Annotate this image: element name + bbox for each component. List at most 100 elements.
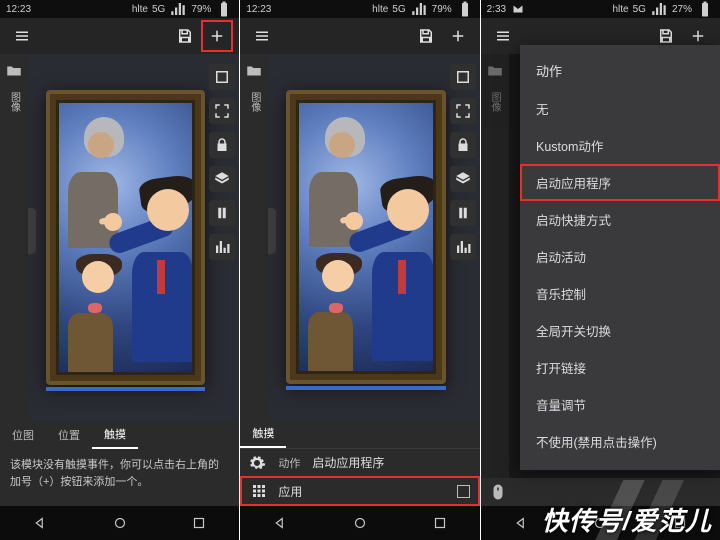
layers-icon [454,170,472,188]
folder-tool[interactable] [243,60,265,82]
action-label: 动作 [278,455,300,471]
home-circle-icon [111,514,129,532]
menu-item-none[interactable]: 无 [520,90,720,127]
status-net: 5G [633,4,646,15]
select-tool[interactable] [450,64,476,90]
menu-item-volume[interactable]: 音量调节 [520,386,720,423]
canvas-area[interactable] [268,54,479,420]
gear-icon [248,454,266,472]
tab-touch[interactable]: 触摸 [240,420,286,448]
menu-item-activity[interactable]: 启动活动 [520,238,720,275]
side-handle[interactable] [28,208,36,254]
layers-tool[interactable] [209,166,235,192]
nav-recent[interactable] [181,514,217,532]
image-label[interactable]: 图像 [243,92,265,112]
menu-item-global[interactable]: 全局开关切换 [520,312,720,349]
tab-position[interactable]: 位置 [46,421,92,449]
baseline-bar [286,386,445,390]
status-sig: hlte [132,4,148,15]
status-sig: hlte [372,4,388,15]
select-tool[interactable] [209,64,235,90]
expand-tool[interactable] [209,98,235,124]
menu-item-launch-app[interactable]: 启动应用程序 [520,164,720,201]
nav-bar [240,506,479,540]
picture-frame[interactable] [286,90,445,384]
tab-touch[interactable]: 触摸 [92,421,138,449]
top-bar [240,18,479,54]
left-tools: 图像 [0,54,28,421]
lock-tool[interactable] [450,132,476,158]
app-row-label: 应用 [278,483,302,500]
menu-icon [253,27,271,45]
save-button[interactable] [410,20,442,52]
picture-frame[interactable] [46,90,205,385]
expand-icon [454,102,472,120]
right-tools [450,64,476,260]
plus-icon [689,27,707,45]
menu-item-disable[interactable]: 不使用(禁用点击操作) [520,423,720,460]
nav-back[interactable] [503,514,539,532]
app-row-checkbox[interactable] [457,485,470,498]
save-icon [417,27,435,45]
menu-icon [494,27,512,45]
pause-tool[interactable] [209,200,235,226]
status-battery: 79% [191,4,211,15]
screenshot-1: 12:23 hlte 5G 79% 图像 [0,0,240,540]
side-handle[interactable] [268,208,276,254]
menu-button[interactable] [246,20,278,52]
nav-back[interactable] [262,514,298,532]
add-button[interactable] [201,20,233,52]
status-time: 12:23 [246,4,271,15]
pause-tool[interactable] [450,200,476,226]
action-menu: 动作 无 Kustom动作 启动应用程序 启动快捷方式 启动活动 音乐控制 全局… [520,45,720,470]
plus-icon [208,27,226,45]
image-label[interactable]: 图像 [3,92,25,112]
stats-tool[interactable] [450,234,476,260]
save-icon [657,27,675,45]
lock-tool[interactable] [209,132,235,158]
lock-icon [213,136,231,154]
square-icon [213,68,231,86]
status-battery: 79% [432,4,452,15]
add-button[interactable] [442,20,474,52]
stats-icon [213,238,231,256]
menu-item-shortcut[interactable]: 启动快捷方式 [520,201,720,238]
status-time: 2:33 [487,4,506,15]
tab-bitmap[interactable]: 位图 [0,421,46,449]
canvas-area[interactable] [28,54,239,421]
watermark-text: 快传号/爱范儿 [542,501,712,538]
home-circle-icon [351,514,369,532]
folder-tool[interactable] [484,60,506,82]
action-row[interactable]: 动作 启动应用程序 [240,448,479,476]
image-label[interactable]: 图像 [484,92,506,112]
menu-button[interactable] [487,20,519,52]
lock-icon [454,136,472,154]
app-row[interactable]: 应用 [240,476,479,506]
menu-item-music[interactable]: 音乐控制 [520,275,720,312]
status-battery: 27% [672,4,692,15]
menu-item-kustom[interactable]: Kustom动作 [520,127,720,164]
nav-back[interactable] [22,514,58,532]
left-tools: 图像 [240,54,268,420]
stats-tool[interactable] [209,234,235,260]
save-button[interactable] [169,20,201,52]
grid-icon [250,482,268,500]
nav-home[interactable] [342,514,378,532]
bottom-tabs: 触摸 [240,420,479,448]
expand-tool[interactable] [450,98,476,124]
right-tools [209,64,235,260]
back-triangle-icon [512,514,530,532]
recent-square-icon [431,514,449,532]
mouse-icon [489,483,507,501]
battery-icon [696,0,714,18]
save-icon [176,27,194,45]
plus-icon [449,27,467,45]
baseline-bar [46,387,205,391]
nav-recent[interactable] [422,514,458,532]
layers-tool[interactable] [450,166,476,192]
menu-button[interactable] [6,20,38,52]
nav-home[interactable] [102,514,138,532]
folder-tool[interactable] [3,60,25,82]
status-net: 5G [152,4,165,15]
menu-item-openlink[interactable]: 打开链接 [520,349,720,386]
